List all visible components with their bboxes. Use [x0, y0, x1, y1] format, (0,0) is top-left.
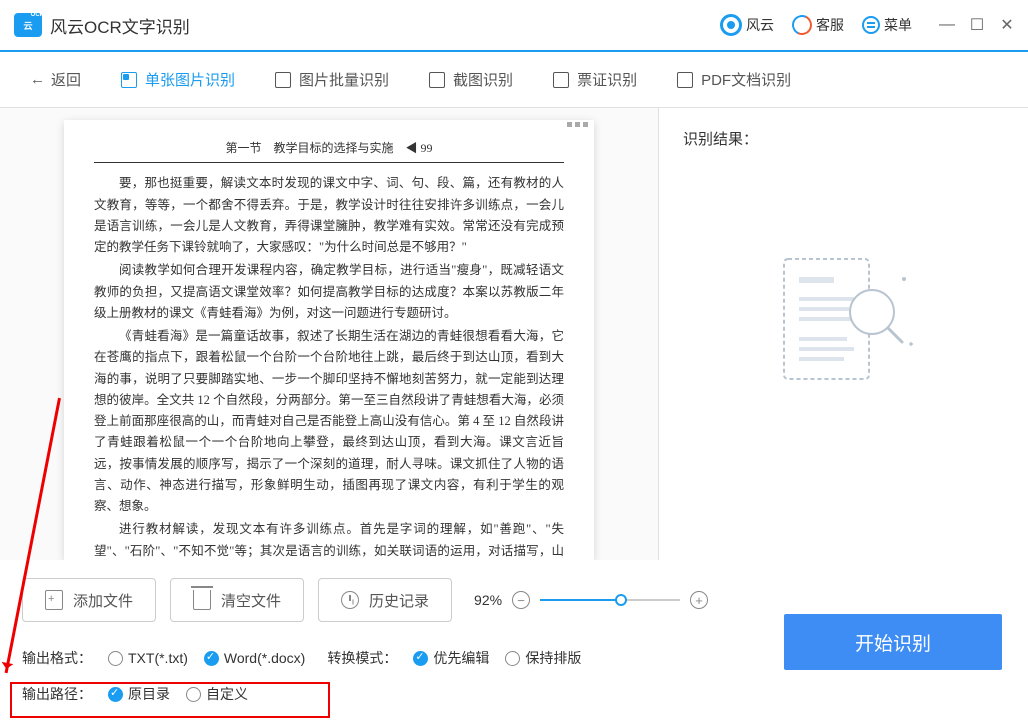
tab-single-image[interactable]: 单张图片识别 — [121, 63, 235, 96]
mode-layout-radio[interactable]: 保持排版 — [505, 648, 581, 668]
radio-icon — [108, 651, 123, 666]
menu-label: 菜单 — [884, 15, 912, 35]
result-panel: 识别结果： — [658, 108, 1028, 560]
radio-checked-icon — [108, 687, 123, 702]
radio-label: 原目录 — [128, 684, 170, 704]
clear-file-label: 清空文件 — [221, 590, 281, 611]
format-word-radio[interactable]: Word(*.docx) — [204, 650, 305, 666]
kefu-button[interactable]: 客服 — [792, 15, 844, 35]
ticket-icon — [553, 72, 569, 88]
screenshot-icon — [429, 72, 445, 88]
back-button[interactable]: ← 返回 — [30, 69, 81, 90]
radio-label: TXT(*.txt) — [128, 650, 188, 666]
fengyun-button[interactable]: 风云 — [720, 14, 774, 36]
clock-icon — [341, 591, 359, 609]
zoom-out-button[interactable]: − — [512, 591, 530, 609]
tab-label: 单张图片识别 — [145, 69, 235, 90]
trash-icon — [193, 590, 211, 610]
result-empty-placeholder — [683, 249, 1004, 399]
output-path-label: 输出路径： — [22, 684, 92, 704]
document-page: 第一节 教学目标的选择与实施 ◀ 99 要，那也挺重要，解读文本时发现的课文中字… — [64, 120, 594, 560]
format-txt-radio[interactable]: TXT(*.txt) — [108, 650, 188, 666]
add-file-button[interactable]: 添加文件 — [22, 578, 156, 622]
result-title: 识别结果： — [683, 128, 1004, 149]
zoom-thumb[interactable] — [615, 594, 627, 606]
tab-pdf[interactable]: PDF文档识别 — [677, 63, 791, 96]
add-file-label: 添加文件 — [73, 590, 133, 611]
convert-mode-label: 转换模式： — [327, 648, 397, 668]
back-label: 返回 — [51, 69, 81, 90]
tab-screenshot[interactable]: 截图识别 — [429, 63, 513, 96]
radio-checked-icon — [413, 651, 428, 666]
mode-edit-radio[interactable]: 优先编辑 — [413, 648, 489, 668]
radio-label: 自定义 — [206, 684, 248, 704]
start-label: 开始识别 — [855, 629, 931, 656]
tab-ticket[interactable]: 票证识别 — [553, 63, 637, 96]
menu-button[interactable]: 菜单 — [862, 15, 912, 35]
fengyun-icon — [720, 14, 742, 36]
document-preview-area: 第一节 教学目标的选择与实施 ◀ 99 要，那也挺重要，解读文本时发现的课文中字… — [0, 108, 658, 560]
main-toolbar: ← 返回 单张图片识别 图片批量识别 截图识别 票证识别 PDF文档识别 — [0, 52, 1028, 108]
add-file-icon — [45, 590, 63, 610]
app-logo-icon: 云 — [14, 13, 42, 37]
start-recognize-button[interactable]: 开始识别 — [784, 614, 1002, 670]
radio-label: 保持排版 — [525, 648, 581, 668]
radio-icon — [186, 687, 201, 702]
tab-label: PDF文档识别 — [701, 69, 791, 90]
page-marks-icon — [567, 122, 588, 127]
path-custom-radio[interactable]: 自定义 — [186, 684, 248, 704]
radio-label: 优先编辑 — [433, 648, 489, 668]
maximize-button[interactable]: ☐ — [970, 18, 984, 32]
single-image-icon — [121, 72, 137, 88]
tab-label: 截图识别 — [453, 69, 513, 90]
zoom-control: 92% − + — [474, 591, 708, 609]
document-search-icon — [764, 249, 924, 399]
close-button[interactable]: ✕ — [1000, 18, 1014, 32]
batch-image-icon — [275, 72, 291, 88]
doc-paragraph: 要，那也挺重要，解读文本时发现的课文中字、词、句、段、篇，还有教材的人文教育，等… — [94, 173, 564, 258]
menu-icon — [862, 16, 880, 34]
zoom-value: 92% — [474, 592, 502, 608]
document-body: 要，那也挺重要，解读文本时发现的课文中字、词、句、段、篇，还有教材的人文教育，等… — [94, 173, 564, 560]
doc-paragraph: 进行教材解读，发现文本有许多训练点。首先是字词的理解，如"善跑"、"失望"、"石… — [94, 519, 564, 560]
minimize-button[interactable]: — — [940, 18, 954, 32]
kefu-label: 客服 — [816, 15, 844, 35]
document-header: 第一节 教学目标的选择与实施 ◀ 99 — [94, 138, 564, 163]
path-orig-radio[interactable]: 原目录 — [108, 684, 170, 704]
output-format-label: 输出格式： — [22, 648, 92, 668]
radio-checked-icon — [204, 651, 219, 666]
fengyun-label: 风云 — [746, 15, 774, 35]
headset-icon — [789, 12, 815, 38]
app-title: 风云OCR文字识别 — [50, 13, 190, 38]
pdf-icon — [677, 72, 693, 88]
doc-paragraph: 《青蛙看海》是一篇童话故事，叙述了长期生活在湖边的青蛙很想看看大海，它在苍鹰的指… — [94, 326, 564, 517]
tab-batch-image[interactable]: 图片批量识别 — [275, 63, 389, 96]
arrow-left-icon: ← — [30, 71, 45, 88]
radio-label: Word(*.docx) — [224, 650, 305, 666]
doc-paragraph: 阅读教学如何合理开发课程内容，确定教学目标，进行适当"瘦身"，既减轻语文教师的负… — [94, 260, 564, 324]
history-button[interactable]: 历史记录 — [318, 578, 452, 622]
zoom-in-button[interactable]: + — [690, 591, 708, 609]
radio-icon — [505, 651, 520, 666]
path-options-row: 输出路径： 原目录 自定义 — [0, 676, 1028, 712]
tab-label: 图片批量识别 — [299, 69, 389, 90]
clear-file-button[interactable]: 清空文件 — [170, 578, 304, 622]
zoom-slider[interactable] — [540, 599, 680, 601]
history-label: 历史记录 — [369, 590, 429, 611]
tab-label: 票证识别 — [577, 69, 637, 90]
titlebar: 云 风云OCR文字识别 风云 客服 菜单 — ☐ ✕ — [0, 0, 1028, 52]
